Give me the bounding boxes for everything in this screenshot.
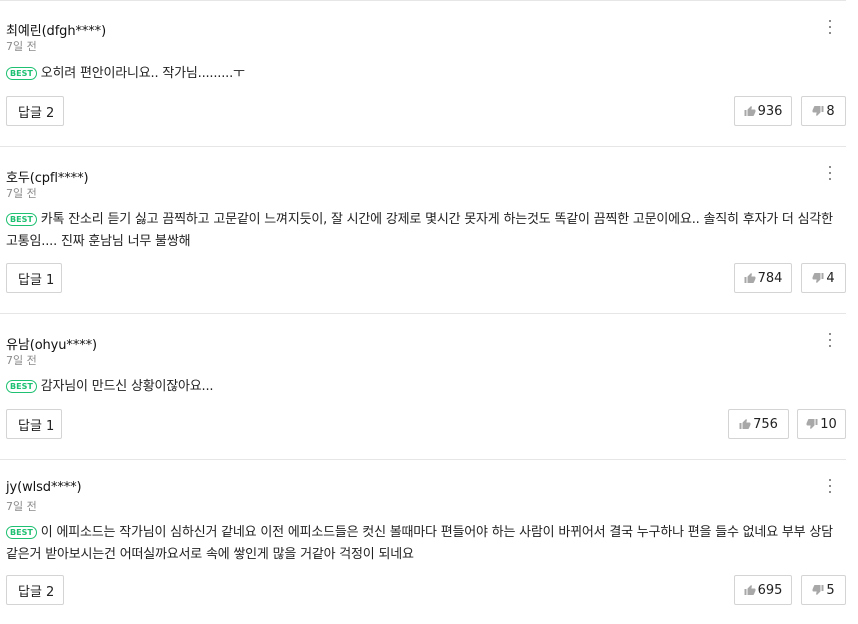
thumbs-up-icon <box>744 585 756 595</box>
more-options-icon[interactable] <box>824 18 836 36</box>
comment-body: BEST 이 에피소드는 작가님이 심하신거 같네요 이전 에피소드들은 컷신 볼… <box>6 522 846 566</box>
dislike-count: 8 <box>826 103 835 119</box>
comment-author[interactable]: 유남(ohyu****) <box>6 334 97 353</box>
comment-item: jy(wlsd****) 7일 전 BEST 이 에피소드는 작가님이 심하신거 … <box>0 459 846 624</box>
dislike-button[interactable]: 4 <box>801 263 846 293</box>
best-badge: BEST <box>6 380 37 393</box>
dislike-count: 4 <box>826 270 835 286</box>
comment-item: 유남(ohyu****) 7일 전 BEST 감자님이 만드신 상황이잖아요...… <box>0 313 846 459</box>
comment-body: BEST 감자님이 만드신 상황이잖아요... <box>6 376 846 398</box>
reply-button[interactable]: 답글 2 <box>6 575 64 605</box>
comment-author[interactable]: 호두(cpfl****) <box>6 167 89 186</box>
comment-body: BEST 카톡 잔소리 듣기 싫고 끔찍하고 고문같이 느껴지듯이, 잘 시간에 … <box>6 209 846 253</box>
best-badge: BEST <box>6 526 37 539</box>
like-count: 784 <box>757 270 783 286</box>
reply-button[interactable]: 답글 1 <box>6 263 62 293</box>
thumbs-down-icon <box>806 419 818 429</box>
comment-text: 이 에피소드는 작가님이 심하신거 같네요 이전 에피소드들은 컷신 볼때마다 … <box>6 525 833 562</box>
like-button[interactable]: 936 <box>734 96 792 126</box>
reply-button[interactable]: 답글 1 <box>6 409 62 439</box>
best-badge: BEST <box>6 67 37 80</box>
thumbs-up-icon <box>739 419 751 429</box>
comment-item: 호두(cpfl****) 7일 전 BEST 카톡 잔소리 듣기 싫고 끔찍하고 … <box>0 146 846 313</box>
dislike-count: 10 <box>820 416 837 432</box>
like-button[interactable]: 695 <box>734 575 792 605</box>
thumbs-down-icon <box>812 273 824 283</box>
comment-list: 최예린(dfgh****) 7일 전 BEST 오히려 편안이라니요.. 작가님.… <box>0 0 858 624</box>
thumbs-up-icon <box>744 273 756 283</box>
like-button[interactable]: 784 <box>734 263 792 293</box>
dislike-button[interactable]: 8 <box>801 96 846 126</box>
like-button[interactable]: 756 <box>728 409 789 439</box>
more-options-icon[interactable] <box>824 331 836 349</box>
comment-author[interactable]: 최예린(dfgh****) <box>6 20 106 39</box>
like-count: 695 <box>757 582 783 598</box>
dislike-count: 5 <box>826 582 835 598</box>
comment-author[interactable]: jy(wlsd****) <box>6 480 82 495</box>
like-count: 936 <box>757 103 783 119</box>
comment-date: 7일 전 <box>6 187 37 200</box>
comment-item: 최예린(dfgh****) 7일 전 BEST 오히려 편안이라니요.. 작가님.… <box>0 0 846 146</box>
comment-body: BEST 오히려 편안이라니요.. 작가님.........ㅜ <box>6 63 846 85</box>
like-count: 756 <box>753 416 778 432</box>
more-options-icon[interactable] <box>824 477 836 495</box>
thumbs-down-icon <box>812 106 824 116</box>
comment-text: 카톡 잔소리 듣기 싫고 끔찍하고 고문같이 느껴지듯이, 잘 시간에 강제로 … <box>6 212 833 249</box>
comment-text: 감자님이 만드신 상황이잖아요... <box>40 379 214 394</box>
best-badge: BEST <box>6 213 37 226</box>
comment-date: 7일 전 <box>6 500 37 513</box>
more-options-icon[interactable] <box>824 164 836 182</box>
thumbs-up-icon <box>744 106 756 116</box>
comment-date: 7일 전 <box>6 354 37 367</box>
comment-date: 7일 전 <box>6 40 37 53</box>
dislike-button[interactable]: 5 <box>801 575 846 605</box>
dislike-button[interactable]: 10 <box>797 409 846 439</box>
reply-button[interactable]: 답글 2 <box>6 96 64 126</box>
thumbs-down-icon <box>812 585 824 595</box>
comment-text: 오히려 편안이라니요.. 작가님.........ㅜ <box>40 66 245 81</box>
